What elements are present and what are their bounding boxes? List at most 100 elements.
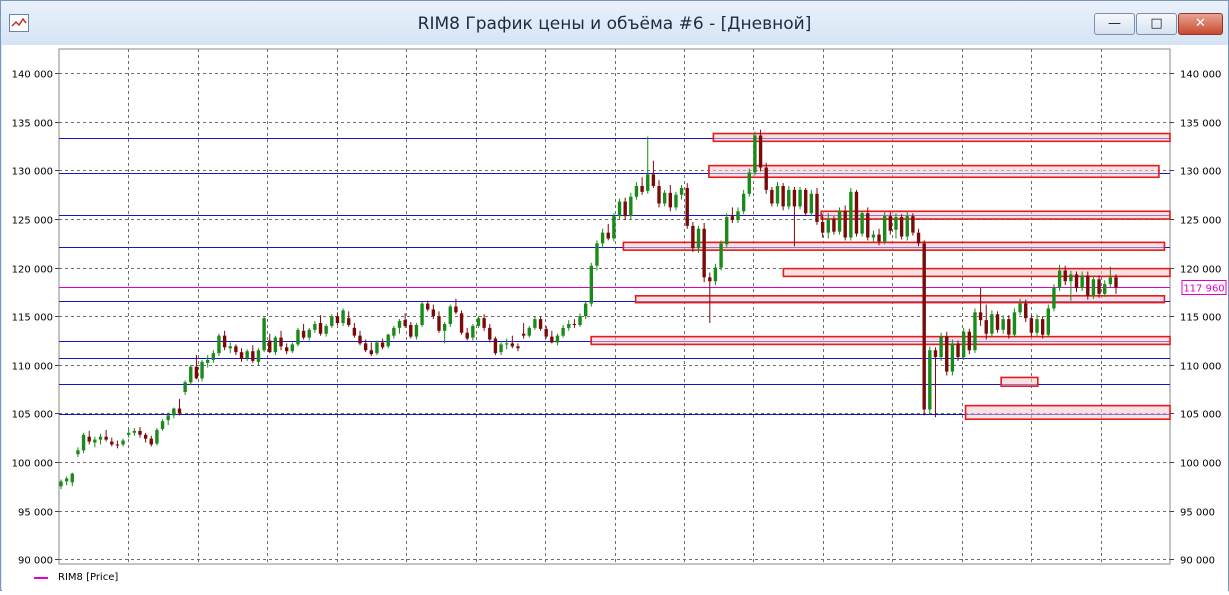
candle-body [854,191,859,234]
candle-body [888,216,893,231]
candle-body [268,340,272,353]
price-chart[interactable]: 90 000 95 000 100 000 105 000 110 000 115 000… [2,45,1228,591]
legend-swatch [34,577,48,579]
candle-body [572,323,577,325]
candle-body [860,213,864,234]
candle-body [1057,270,1062,289]
candle-body [719,243,723,268]
candle-body [279,337,283,347]
candle-body [200,361,204,379]
title-bar[interactable]: RIM8 График цены и объёма #6 - [Дневной]… [1,1,1228,45]
candle-body [877,234,881,242]
y-tick-label-right: 135 000 [1180,119,1221,130]
candle-body [380,342,385,348]
candle-body [911,216,915,233]
candle-body [871,234,876,238]
candle-body [313,323,317,330]
candle-body [600,232,605,244]
candle-body [115,444,120,446]
candle-body [674,194,678,208]
y-tick-label-right: 115 000 [1180,313,1221,324]
candle-body [284,347,289,352]
candle-body [87,436,91,442]
candle-body [809,193,814,214]
candle-body [984,320,988,334]
candle-body [995,314,1000,330]
candle-body [617,201,622,217]
candle-body [1001,319,1005,330]
y-tick-label-left: 135 000 [12,119,53,130]
candle-body [589,265,594,304]
candle-body [753,135,757,173]
candle-body [747,172,751,194]
candle-body [606,232,610,239]
candle-body [386,334,390,347]
candle-body [899,217,904,237]
candle-body [81,434,86,451]
candle-body [217,335,221,354]
candle-body [770,189,774,204]
candle-body [708,277,712,282]
y-tick-label-left: 125 000 [12,216,53,227]
candle-body [324,325,328,334]
chart-area[interactable]: 90 000 95 000 100 000 105 000 110 000 115 000… [2,45,1228,591]
candle-body [1114,277,1118,288]
y-tick-label-right: 130 000 [1180,167,1221,178]
candle-body [555,335,560,343]
candle-body [1040,319,1045,335]
candle-body [595,243,599,266]
zone-rect [708,164,1160,179]
candle-body [837,211,842,232]
candle-body [544,328,548,337]
minimize-button[interactable]: — [1094,13,1135,35]
candle-body [149,438,153,445]
candle-body [482,318,486,328]
close-button[interactable]: ✕ [1178,13,1223,35]
candle-body [730,216,735,221]
candle-body [922,243,926,410]
candle-body [629,196,633,217]
y-tick-label-left: 100 000 [12,459,53,470]
candle-body [1097,279,1101,294]
candle-body [177,408,182,414]
y-tick-label-right: 90 000 [1180,556,1215,567]
candle-body [211,353,216,360]
candle-body [98,436,103,440]
candle-body [59,481,63,487]
candle-body [1069,274,1073,282]
y-tick-label-right: 105 000 [1180,410,1221,421]
candle-body [804,189,808,214]
candle-body [335,316,340,324]
y-tick-label-right: 100 000 [1180,459,1221,470]
candle-body [662,192,667,204]
candle-body [160,421,165,429]
candle-body [375,342,379,354]
zone-rect [590,335,1171,346]
zone-rect [964,404,1171,421]
candle-body [939,336,943,358]
candle-body [1080,275,1084,289]
candle-body [505,343,509,345]
candle-body [725,217,729,245]
candle-body [448,306,452,324]
candle-body [973,312,977,351]
candle-body [251,351,255,361]
candle-body [194,366,199,379]
candle-body [1018,303,1022,313]
zone-rect [634,295,1166,304]
candle-body [516,346,520,349]
chart-window: RIM8 График цены и объёма #6 - [Дневной]… [0,0,1229,591]
candle-body [990,314,994,334]
maximize-button[interactable]: □ [1136,13,1177,35]
candle-body [510,343,515,347]
legend-label: RIM8 [Price] [58,572,119,583]
candle-body [646,174,650,191]
candle-body [978,312,983,321]
plot-frame [58,48,1171,565]
candle-body [567,323,571,328]
candle-body [894,217,898,230]
candle-body [403,320,407,326]
candle-body [256,350,261,362]
candle-body [651,174,656,187]
candle-body [1035,319,1039,333]
